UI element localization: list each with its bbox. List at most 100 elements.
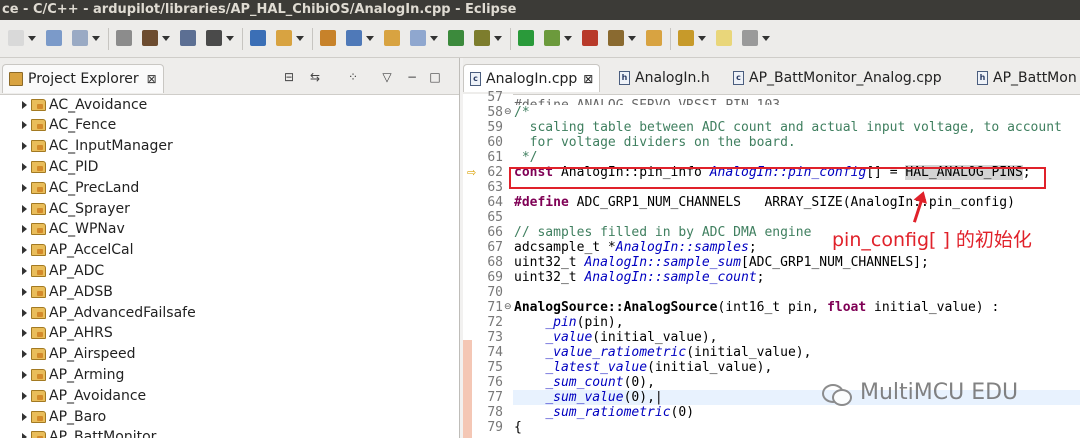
chevron-down-icon[interactable] — [366, 36, 374, 41]
tree-item[interactable]: AP_Airspeed — [22, 344, 136, 365]
tree-item[interactable]: AP_Arming — [22, 364, 124, 385]
filters-icon[interactable]: ⁘ — [346, 70, 360, 84]
close-icon[interactable]: ⊠ — [583, 72, 593, 86]
package-icon[interactable] — [320, 30, 336, 46]
tab-project-explorer[interactable]: Project Explorer ⊠ — [2, 64, 164, 93]
highlight-icon[interactable] — [716, 30, 732, 46]
tree-item[interactable]: AP_AHRS — [22, 323, 113, 344]
binary-icon[interactable] — [180, 30, 196, 46]
chevron-down-icon[interactable] — [28, 36, 36, 41]
maximize-icon[interactable]: □ — [428, 70, 442, 84]
code-line[interactable]: { — [514, 420, 522, 435]
code-line[interactable]: #define ANALOG_SERVO_VRSSI_PIN 103 — [514, 90, 780, 105]
code-line[interactable]: scaling table between ADC count and actu… — [514, 120, 1062, 135]
code-line[interactable]: */ — [514, 150, 538, 165]
chevron-right-icon[interactable] — [22, 329, 27, 338]
chevron-right-icon[interactable] — [22, 162, 27, 171]
tree-item[interactable]: AC_PrecLand — [22, 177, 139, 198]
coverage-icon[interactable] — [544, 30, 560, 46]
misc-icon[interactable] — [742, 30, 758, 46]
code-line[interactable]: _sum_value(0),| — [514, 390, 662, 405]
view-menu-chevron-down-icon[interactable]: ▽ — [380, 70, 394, 84]
tree-item[interactable]: AC_Fence — [22, 115, 116, 136]
chevron-down-icon[interactable] — [92, 36, 100, 41]
tree-item[interactable]: AP_AdvancedFailsafe — [22, 302, 196, 323]
chevron-right-icon[interactable] — [22, 266, 27, 275]
tree-item[interactable]: AP_BattMonitor — [22, 427, 156, 438]
chevron-right-icon[interactable] — [22, 204, 27, 213]
code-line[interactable]: _latest_value(initial_value), — [514, 360, 772, 375]
pin-icon[interactable] — [250, 30, 266, 46]
chevron-down-icon[interactable] — [226, 36, 234, 41]
chevron-right-icon[interactable] — [22, 370, 27, 379]
code-line[interactable]: /* — [514, 105, 530, 120]
external-tools-icon[interactable] — [582, 30, 598, 46]
fold-toggle-icon[interactable]: ⊖ — [504, 300, 512, 315]
fold-toggle-icon[interactable]: ⊖ — [504, 105, 512, 120]
chevron-right-icon[interactable] — [22, 433, 27, 438]
new-folder-icon[interactable] — [384, 30, 400, 46]
code-line[interactable]: _pin(pin), — [514, 315, 623, 330]
code-line[interactable]: uint32_t AnalogIn::sample_sum[ADC_GRP1_N… — [514, 255, 929, 270]
save-all-icon[interactable] — [72, 30, 88, 46]
tree-item[interactable]: AC_WPNav — [22, 219, 125, 240]
chevron-down-icon[interactable] — [430, 36, 438, 41]
chevron-down-icon[interactable] — [698, 36, 706, 41]
code-line[interactable]: _value_ratiometric(initial_value), — [514, 345, 811, 360]
editor-tab[interactable]: h AnalogIn.h — [613, 64, 716, 92]
chevron-right-icon[interactable] — [22, 391, 27, 400]
chevron-right-icon[interactable] — [22, 100, 27, 109]
chevron-right-icon[interactable] — [22, 225, 27, 234]
chevron-right-icon[interactable] — [22, 183, 27, 192]
chevron-down-icon[interactable] — [628, 36, 636, 41]
chevron-right-icon[interactable] — [22, 308, 27, 317]
chevron-right-icon[interactable] — [22, 246, 27, 255]
chevron-right-icon[interactable] — [22, 412, 27, 421]
code-line[interactable]: _sum_ratiometric(0) — [514, 405, 694, 420]
code-line[interactable]: _value(initial_value), — [514, 330, 717, 345]
new-cpp-project-icon[interactable] — [346, 30, 362, 46]
tree-item[interactable]: AP_ADSB — [22, 281, 113, 302]
code-line[interactable]: adcsample_t *AnalogIn::samples; — [514, 240, 757, 255]
new-file-icon[interactable] — [410, 30, 426, 46]
build-settings-icon[interactable] — [116, 30, 132, 46]
run-icon[interactable] — [518, 30, 534, 46]
chevron-down-icon[interactable] — [162, 36, 170, 41]
tree-item[interactable]: AP_Avoidance — [22, 385, 146, 406]
chevron-right-icon[interactable] — [22, 350, 27, 359]
close-icon[interactable]: ⊠ — [147, 72, 157, 86]
chevron-right-icon[interactable] — [22, 287, 27, 296]
save-icon[interactable] — [46, 30, 62, 46]
collapse-all-icon[interactable]: ⊟ — [282, 70, 296, 84]
pen-icon[interactable] — [678, 30, 694, 46]
chevron-down-icon[interactable] — [494, 36, 502, 41]
open-type-icon[interactable] — [608, 30, 624, 46]
code-line[interactable]: uint32_t AnalogIn::sample_count; — [514, 270, 764, 285]
editor-tab[interactable]: c AP_BattMonitor_Analog.cpp — [727, 64, 948, 92]
new-class-icon[interactable] — [448, 30, 464, 46]
code-line[interactable]: #define ADC_GRP1_NUM_CHANNELS ARRAY_SIZE… — [514, 195, 1015, 210]
minimize-icon[interactable]: − — [405, 70, 419, 84]
tree-item[interactable]: AC_PID — [22, 156, 98, 177]
open-folder-icon[interactable] — [646, 30, 662, 46]
tree-item[interactable]: AP_ADC — [22, 260, 104, 281]
tree-item[interactable]: AC_Sprayer — [22, 198, 130, 219]
code-line[interactable]: _sum_count(0), — [514, 375, 655, 390]
tree-item[interactable]: AC_InputManager — [22, 136, 173, 157]
chevron-down-icon[interactable] — [296, 36, 304, 41]
editor-tab[interactable]: c AnalogIn.cpp ⊠ — [463, 64, 601, 92]
code-line[interactable]: for voltage dividers on the board. — [514, 135, 796, 150]
code-line[interactable]: AnalogSource::AnalogSource(int16_t pin, … — [514, 300, 999, 315]
chevron-down-icon[interactable] — [762, 36, 770, 41]
tree-item[interactable]: AC_Avoidance — [22, 94, 147, 115]
chevron-right-icon[interactable] — [22, 142, 27, 151]
debug-icon[interactable] — [474, 30, 490, 46]
link-with-editor-icon[interactable]: ⇆ — [308, 70, 322, 84]
terminal-icon[interactable] — [206, 30, 222, 46]
code-line[interactable]: // samples filled in by ADC DMA engine — [514, 225, 811, 240]
chevron-down-icon[interactable] — [564, 36, 572, 41]
chevron-right-icon[interactable] — [22, 121, 27, 130]
new-icon[interactable] — [8, 30, 24, 46]
refresh-icon[interactable] — [276, 30, 292, 46]
tree-item[interactable]: AP_AccelCal — [22, 240, 134, 261]
